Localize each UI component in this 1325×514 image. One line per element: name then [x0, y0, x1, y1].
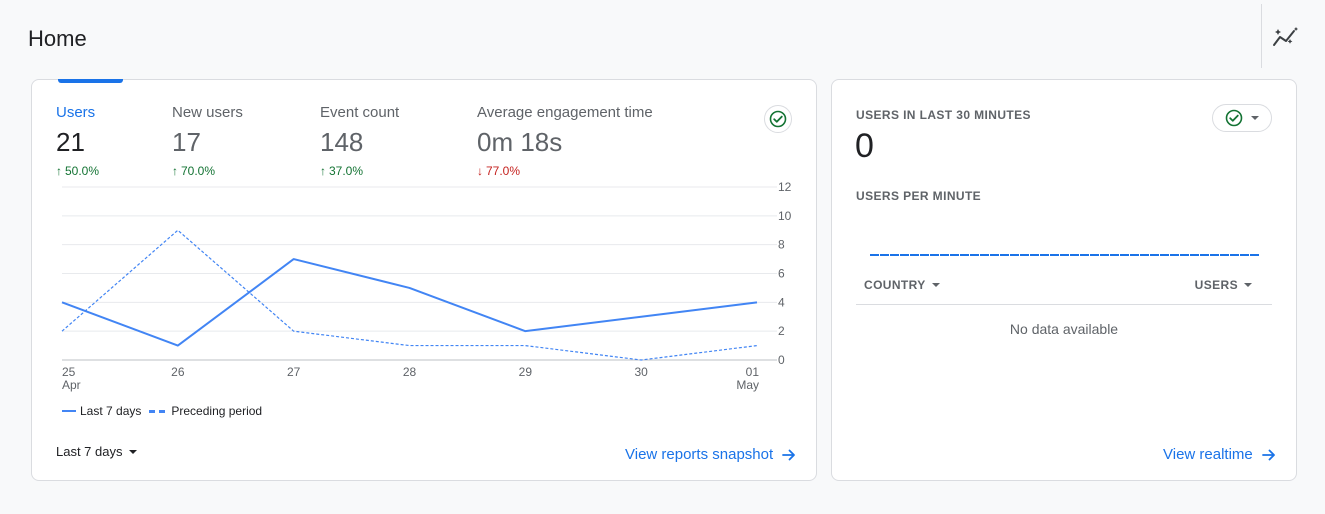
view-realtime-link[interactable]: View realtime	[1163, 446, 1277, 463]
x-tick-sublabel: May	[736, 378, 759, 392]
legend-label: Preceding period	[171, 404, 263, 418]
y-tick-label: 10	[778, 209, 792, 223]
metric-label: Average engagement time	[477, 104, 653, 121]
realtime-title: USERS IN LAST 30 MINUTES	[856, 108, 1031, 122]
header-divider	[1261, 4, 1262, 68]
caret-down-icon	[931, 283, 940, 287]
link-label: View realtime	[1163, 446, 1253, 463]
y-tick-label: 8	[778, 238, 785, 252]
overview-card: Users 21 ↑ 50.0% New users 17 ↑ 70.0% Even…	[31, 79, 817, 481]
link-label: View reports snapshot	[625, 446, 774, 463]
metric-value: 21	[56, 127, 85, 157]
users-column-header[interactable]: USERS	[1195, 278, 1252, 292]
legend-label: Last 7 days	[80, 404, 142, 418]
country-column-header[interactable]: COUNTRY	[864, 278, 940, 292]
auto-graph-icon	[1273, 27, 1298, 46]
metric-label: Users	[56, 104, 96, 121]
legend-item-previous: Preceding period	[149, 404, 262, 418]
x-tick-label: 26	[171, 365, 185, 379]
y-tick-label: 4	[778, 295, 785, 309]
x-tick-label: 30	[634, 365, 648, 379]
date-range-label: Last 7 days	[56, 444, 123, 459]
legend-item-current: Last 7 days	[62, 404, 141, 418]
metric-delta: ↑ 37.0%	[320, 164, 364, 178]
metric-users[interactable]: Users 21 ↑ 50.0%	[56, 104, 99, 178]
metric-value: 148	[320, 127, 364, 157]
x-tick-sublabel: Apr	[62, 378, 81, 392]
caret-down-icon	[128, 449, 137, 454]
users-trend-chart: 12 10 8 6 4 2 0 25Apr 26 27 28 29 30 01May	[61, 180, 792, 392]
y-tick-label: 0	[778, 353, 785, 367]
caret-down-icon	[1251, 116, 1259, 120]
x-tick-label: 27	[287, 365, 301, 379]
active-tab-indicator	[58, 79, 123, 83]
x-tick-label: 28	[403, 365, 417, 379]
x-tick-label: 29	[519, 365, 533, 379]
check-circle-icon	[769, 110, 787, 128]
insights-button[interactable]	[1268, 22, 1302, 52]
arrow-right-icon	[782, 449, 796, 460]
arrow-down-icon: ↓	[477, 164, 483, 178]
realtime-status-button[interactable]	[1212, 104, 1272, 132]
caret-down-icon	[1244, 283, 1252, 287]
metric-event-count[interactable]: Event count 148 ↑ 37.0%	[320, 104, 399, 178]
data-quality-button[interactable]	[764, 105, 792, 133]
arrow-up-icon: ↑	[172, 164, 178, 178]
y-tick-label: 6	[778, 267, 785, 281]
y-tick-label: 12	[778, 180, 792, 194]
x-tick-label: 25	[62, 365, 76, 379]
chart-legend: Last 7 days Preceding period	[62, 404, 270, 418]
users-per-minute-label: USERS PER MINUTE	[856, 189, 982, 203]
check-circle-icon	[1225, 109, 1243, 127]
metric-label: New users	[172, 104, 243, 121]
legend-swatch-solid	[62, 410, 76, 412]
arrow-up-icon: ↑	[56, 164, 62, 178]
users-per-minute-bars	[870, 254, 1260, 256]
date-range-select[interactable]: Last 7 days	[56, 444, 137, 459]
y-tick-label: 2	[778, 324, 785, 338]
legend-swatch-dashed	[149, 409, 166, 413]
realtime-table-header: COUNTRY USERS	[856, 278, 1272, 305]
no-data-message: No data available	[1009, 321, 1119, 337]
arrow-up-icon: ↑	[320, 164, 326, 178]
metric-avg-engagement-time[interactable]: Average engagement time 0m 18s ↓ 77.0%	[477, 104, 653, 178]
metric-value: 17	[172, 127, 201, 157]
page-title: Home	[28, 26, 87, 51]
arrow-right-icon	[1261, 449, 1275, 460]
metric-delta: ↓ 77.0%	[477, 164, 521, 178]
metric-new-users[interactable]: New users 17 ↑ 70.0%	[172, 104, 243, 178]
x-tick-label: 01	[746, 365, 760, 379]
metric-delta: ↑ 70.0%	[172, 164, 216, 178]
realtime-users-value: 0	[855, 127, 874, 165]
metric-label: Event count	[320, 104, 400, 121]
metric-value: 0m 18s	[477, 127, 563, 157]
metric-delta: ↑ 50.0%	[56, 164, 100, 178]
realtime-card: USERS IN LAST 30 MINUTES 0 USERS PER MIN…	[831, 79, 1297, 481]
view-reports-snapshot-link[interactable]: View reports snapshot	[625, 446, 797, 463]
